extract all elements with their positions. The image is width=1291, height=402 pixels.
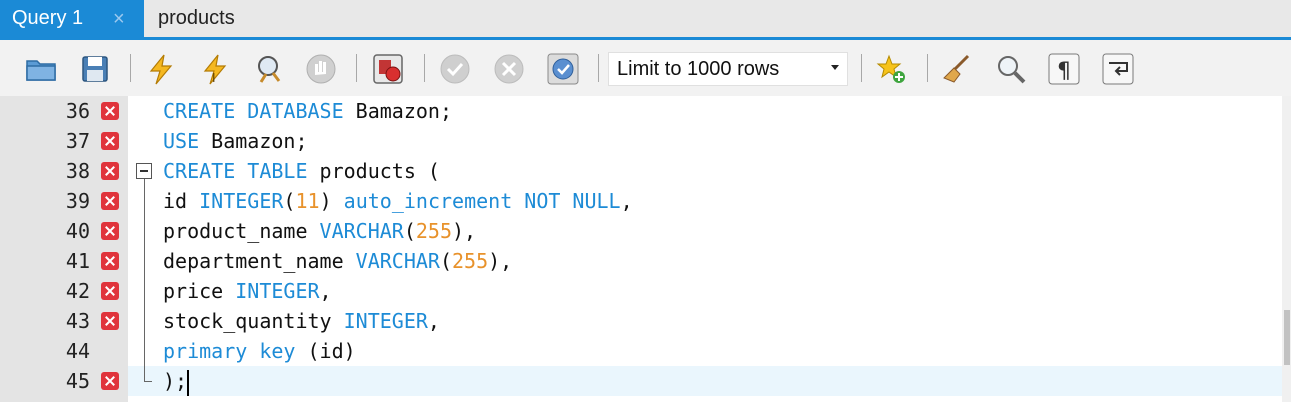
line-number: 39: [65, 189, 90, 213]
code-line[interactable]: 39 id INTEGER(11) auto_increment NOT NULL…: [0, 186, 1282, 216]
tab-label: products: [158, 7, 235, 29]
rollback-x-icon[interactable]: [492, 52, 526, 86]
svg-text:I: I: [212, 71, 216, 85]
tab-products[interactable]: products: [144, 0, 294, 37]
code-line[interactable]: 37 USE Bamazon;: [0, 126, 1282, 156]
code-line[interactable]: 43 stock_quantity INTEGER,: [0, 306, 1282, 336]
toolbar-separator: [424, 54, 425, 82]
line-number: 40: [65, 219, 90, 243]
code-line[interactable]: 36 CREATE DATABASE Bamazon;: [0, 96, 1282, 126]
code-line[interactable]: 44 primary key (id): [0, 336, 1282, 366]
toggle-error-stop-icon[interactable]: [371, 52, 405, 86]
tab-label: Query 1: [12, 7, 84, 29]
invisible-chars-pilcrow-icon[interactable]: ¶: [1047, 52, 1081, 86]
line-number: 43: [65, 309, 90, 333]
close-tab-icon[interactable]: ×: [113, 8, 125, 31]
line-number: 38: [65, 159, 90, 183]
add-snippet-star-icon[interactable]: [874, 52, 908, 86]
line-number: 45: [65, 369, 90, 393]
code-text: CREATE TABLE products (: [163, 159, 440, 183]
tab-query-1[interactable]: Query 1 ×: [0, 0, 144, 37]
autocommit-toggle-icon[interactable]: [546, 52, 580, 86]
syntax-error-icon[interactable]: [101, 282, 119, 300]
commit-check-icon[interactable]: [438, 52, 472, 86]
syntax-error-icon[interactable]: [101, 192, 119, 210]
fold-collapse-icon[interactable]: [136, 163, 152, 179]
code-line[interactable]: 41 department_name VARCHAR(255),: [0, 246, 1282, 276]
toolbar-separator: [356, 54, 357, 82]
toolbar-separator: [927, 54, 928, 82]
line-number: 44: [65, 339, 90, 363]
toolbar-separator: [598, 54, 599, 82]
fold-guide-end: [144, 381, 152, 382]
sql-editor-toolbar: I Limit to 1000 rows ¶: [0, 40, 1291, 96]
fold-guide-line: [144, 179, 145, 381]
line-number: 37: [65, 129, 90, 153]
toolbar-separator: [130, 54, 131, 82]
code-line[interactable]: 40 product_name VARCHAR(255),: [0, 216, 1282, 246]
code-line[interactable]: 45);: [0, 366, 1282, 396]
chevron-down-icon: [831, 65, 839, 70]
syntax-error-icon[interactable]: [101, 252, 119, 270]
code-text: primary key (id): [163, 339, 356, 363]
execute-lightning-icon[interactable]: [144, 52, 178, 86]
code-line[interactable]: 42 price INTEGER,: [0, 276, 1282, 306]
code-text: price INTEGER,: [163, 279, 332, 303]
line-number: 36: [65, 99, 90, 123]
code-text: CREATE DATABASE Bamazon;: [163, 99, 452, 123]
beautify-broom-icon[interactable]: [940, 52, 974, 86]
line-number: 41: [65, 249, 90, 273]
find-magnifier-icon[interactable]: [994, 52, 1028, 86]
svg-text:¶: ¶: [1057, 59, 1071, 84]
word-wrap-icon[interactable]: [1101, 52, 1135, 86]
explain-magnifier-icon[interactable]: [252, 52, 286, 86]
code-text: USE Bamazon;: [163, 129, 308, 153]
limit-rows-value: Limit to 1000 rows: [617, 57, 780, 80]
editor-tab-bar: Query 1 × products: [0, 0, 1291, 40]
syntax-error-icon[interactable]: [101, 162, 119, 180]
code-text: department_name VARCHAR(255),: [163, 249, 513, 273]
save-icon[interactable]: [78, 52, 112, 86]
toolbar-separator: [861, 54, 862, 82]
sql-editor[interactable]: 36 CREATE DATABASE Bamazon; 37 USE Bamazon;…: [0, 96, 1291, 402]
line-number: 42: [65, 279, 90, 303]
syntax-error-icon[interactable]: [101, 102, 119, 120]
limit-rows-select[interactable]: Limit to 1000 rows: [608, 52, 848, 86]
syntax-error-icon[interactable]: [101, 372, 119, 390]
code-line[interactable]: 38 CREATE TABLE products (: [0, 156, 1282, 186]
syntax-error-icon[interactable]: [101, 222, 119, 240]
stop-hand-icon[interactable]: [304, 52, 338, 86]
code-text: id INTEGER(11) auto_increment NOT NULL,: [163, 189, 633, 213]
code-text: product_name VARCHAR(255),: [163, 219, 477, 243]
open-folder-icon[interactable]: [24, 52, 58, 86]
code-text: );: [163, 366, 190, 396]
syntax-error-icon[interactable]: [101, 132, 119, 150]
syntax-error-icon[interactable]: [101, 312, 119, 330]
code-text: stock_quantity INTEGER,: [163, 309, 440, 333]
scrollbar-thumb[interactable]: [1284, 310, 1290, 365]
execute-current-lightning-icon[interactable]: I: [198, 52, 232, 86]
